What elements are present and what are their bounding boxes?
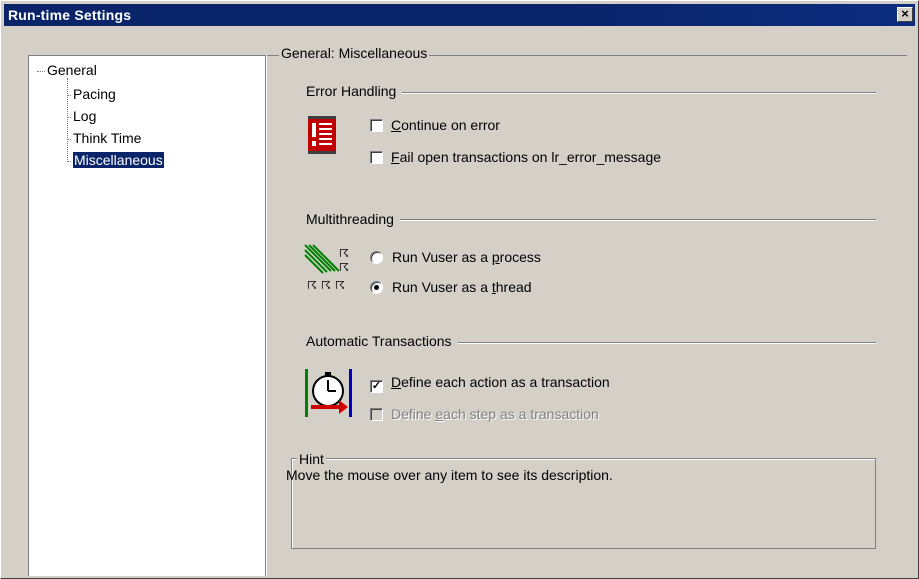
threads-icon: ☈ ☈ ☈ ☈ ☈ <box>303 243 353 293</box>
checkbox[interactable] <box>370 119 383 132</box>
panel-title: General: Miscellaneous <box>279 45 430 61</box>
title-bar[interactable]: Run-time Settings × <box>4 4 915 26</box>
checkbox <box>370 408 383 421</box>
run-as-thread-radio[interactable]: Run Vuser as a thread <box>370 279 532 295</box>
run-as-process-radio[interactable]: Run Vuser as a process <box>370 249 541 265</box>
window-title: Run-time Settings <box>8 7 132 23</box>
svg-text:☈: ☈ <box>321 279 331 292</box>
hint-title: Hint <box>297 451 326 467</box>
section-title-automatic-transactions: Automatic Transactions <box>306 333 458 349</box>
svg-text:☈: ☈ <box>307 279 317 292</box>
radio-button[interactable] <box>370 251 383 264</box>
close-button[interactable]: × <box>897 7 913 22</box>
hint-text: Move the mouse over any item to see its … <box>286 467 613 483</box>
run-time-settings-window: Run-time Settings × General Pacing Log T… <box>0 0 919 579</box>
svg-text:☈: ☈ <box>339 247 349 260</box>
tree-item-label: Pacing <box>73 86 116 102</box>
fail-open-transactions-checkbox[interactable]: Fail open transactions on lr_error_messa… <box>370 149 661 165</box>
tree-item-label: Log <box>73 108 97 124</box>
svg-text:☈: ☈ <box>335 279 345 292</box>
svg-text:☈: ☈ <box>339 261 349 274</box>
close-icon: × <box>901 6 909 21</box>
checkbox[interactable] <box>370 151 383 164</box>
radio-button[interactable] <box>370 281 383 294</box>
settings-tree[interactable]: General Pacing Log Think Time Miscellane… <box>28 55 265 576</box>
error-sign-icon <box>308 116 336 154</box>
section-title-error-handling: Error Handling <box>306 83 403 99</box>
checkmark-icon: ✓ <box>371 380 382 392</box>
stopwatch-icon <box>305 369 353 417</box>
tree-item-label: Think Time <box>73 130 142 146</box>
tree-item-label: Miscellaneous <box>72 151 165 169</box>
tree-item-label: General <box>47 62 97 78</box>
tree-item-general[interactable]: General <box>37 62 97 78</box>
define-step-transaction-checkbox: Define each step as a transaction <box>370 406 599 422</box>
section-title-multithreading: Multithreading <box>306 211 400 227</box>
tree-item-think-time[interactable]: Think Time <box>67 130 141 146</box>
tree-item-log[interactable]: Log <box>67 108 96 124</box>
continue-on-error-checkbox[interactable]: Continue on error <box>370 117 500 133</box>
define-action-transaction-checkbox[interactable]: ✓ Define each action as a transaction <box>370 374 610 393</box>
tree-item-pacing[interactable]: Pacing <box>67 86 116 102</box>
tree-item-miscellaneous[interactable]: Miscellaneous <box>67 151 165 169</box>
checkbox[interactable]: ✓ <box>370 380 383 393</box>
